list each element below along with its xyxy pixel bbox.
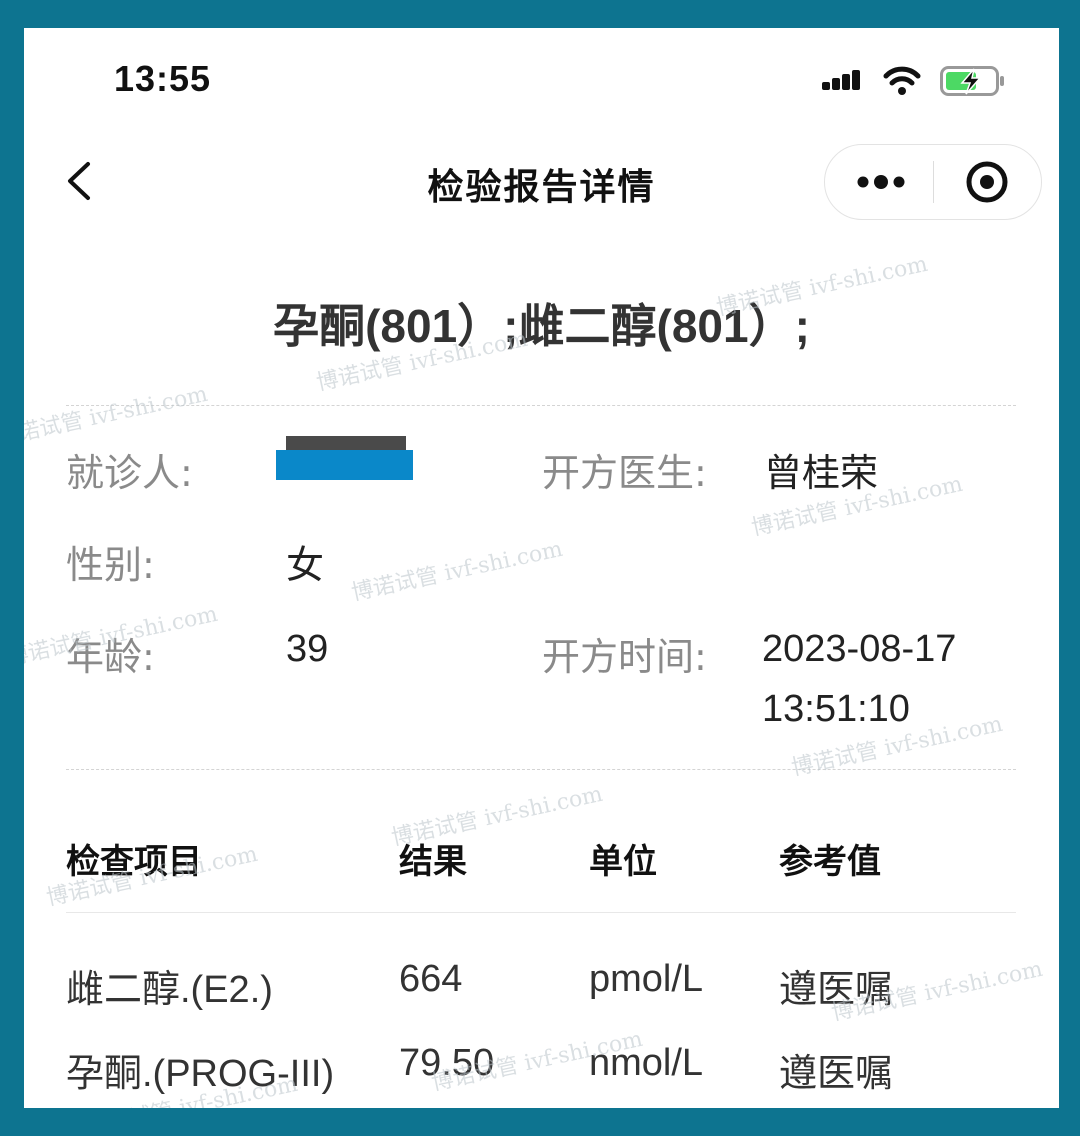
gender-label: 性别: [66, 543, 155, 587]
wifi-icon [883, 66, 921, 95]
watermark: 博诺试管 ivf-shi.com [349, 536, 565, 607]
order-date-value: 2023-08-17 [762, 628, 957, 670]
gender-value: 女 [286, 545, 325, 587]
navigation-bar: 检验报告详情 [24, 138, 1059, 228]
row-item: 雌二醇.(E2.) [66, 969, 273, 1011]
divider [66, 769, 1016, 770]
report-title: 孕酮(801）;雌二醇(801）; [273, 300, 810, 352]
signal-icon [822, 70, 860, 90]
age-value: 39 [286, 628, 329, 670]
col-header-result: 结果 [399, 842, 467, 882]
patient-name-redaction [276, 450, 413, 480]
col-header-unit: 单位 [589, 842, 657, 882]
row-result: 664 [399, 958, 463, 1000]
more-dots-icon [857, 175, 905, 189]
watermark: 博诺试管 ivf-shi.com [24, 381, 210, 452]
order-time-value: 13:51:10 [762, 688, 910, 730]
more-button[interactable] [825, 145, 933, 219]
status-bar: 13:55 [24, 28, 1059, 128]
order-time-label: 开方时间: [542, 635, 707, 679]
row-item: 孕酮.(PROG-III) [66, 1053, 335, 1095]
doctor-value: 曾桂荣 [764, 453, 879, 495]
divider [66, 405, 1016, 406]
patient-label: 就诊人: [66, 451, 193, 495]
close-mini-program-button[interactable] [934, 145, 1041, 219]
row-unit: pmol/L [589, 958, 704, 1000]
mini-program-capsule [824, 144, 1042, 220]
header-divider [66, 912, 1016, 913]
target-close-icon [966, 161, 1008, 203]
row-reference: 遵医嘱 [779, 969, 894, 1011]
col-header-item: 检查项目 [66, 842, 202, 882]
app-screen: 13:55 检验报告详情 孕酮(801）;雌二醇(801）; 就诊人: 开方医生… [24, 28, 1059, 1108]
row-unit: nmol/L [589, 1042, 704, 1084]
age-label: 年龄: [66, 635, 155, 679]
row-result: 79.50 [399, 1042, 495, 1084]
col-header-reference: 参考值 [779, 842, 881, 882]
doctor-label: 开方医生: [542, 451, 707, 495]
battery-charging-icon [940, 66, 1004, 96]
status-time: 13:55 [114, 58, 212, 99]
row-reference: 遵医嘱 [779, 1053, 894, 1095]
